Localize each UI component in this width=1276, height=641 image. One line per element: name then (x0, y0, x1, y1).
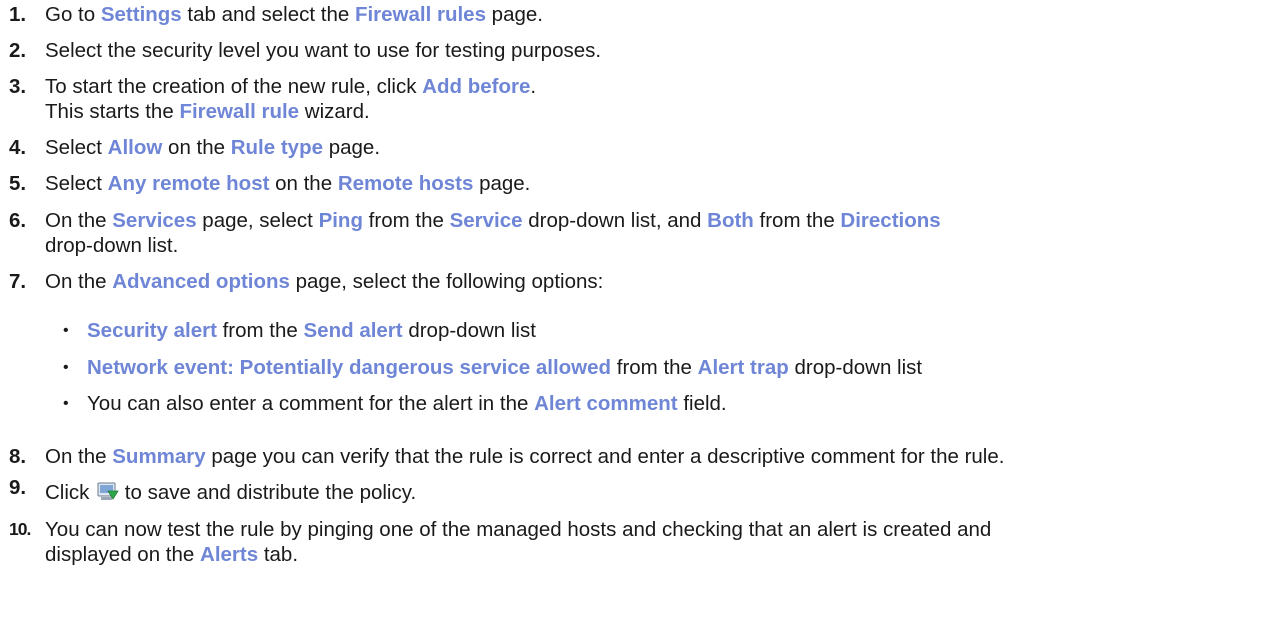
text-run: wizard. (299, 100, 370, 123)
save-and-distribute-icon (97, 482, 119, 502)
ui-term: Settings (100, 3, 182, 26)
text-run: . (530, 75, 537, 98)
ui-term: Service (449, 209, 523, 232)
text-run: page. (473, 172, 531, 195)
step-number: 3. (9, 75, 27, 98)
step-text: Select the security level you want to us… (45, 38, 601, 63)
step-text: You can now test the rule by pinging one… (45, 517, 991, 567)
text-run: page, select the following options: (289, 270, 604, 293)
text-run: on the (269, 172, 338, 195)
step-number: 7. (9, 270, 27, 293)
step-text: Select Allow on the Rule type page. (45, 135, 380, 160)
ui-term: Add before (422, 75, 531, 98)
ui-term: Firewall rule (179, 100, 300, 123)
instructions-document: 1. Go to Settings tab and select the Fir… (0, 0, 1276, 641)
text-run: drop-down list, and (522, 209, 708, 232)
text-run: on the (162, 136, 231, 159)
text-run: This starts the (45, 100, 180, 123)
ui-term: Services (112, 209, 197, 232)
text-run: drop-down list (788, 356, 923, 379)
text-run: Select (45, 172, 108, 195)
text-run: You can now test the rule by pinging one… (45, 518, 992, 541)
ui-term: Send alert (303, 319, 403, 342)
step-text: Select Any remote host on the Remote hos… (45, 171, 530, 196)
bullet-glyph: • (63, 395, 69, 412)
step-text: On the Summary page you can verify that … (45, 444, 1004, 469)
text-run: On the (45, 270, 113, 293)
text-run: Click (45, 481, 96, 504)
step-number: 10. (9, 519, 31, 539)
bullet-glyph: • (63, 359, 69, 376)
ui-term: Rule type (230, 136, 324, 159)
text-run: from the (611, 356, 698, 379)
step-number: 6. (9, 209, 27, 232)
text-run: from the (216, 319, 304, 342)
text-run: Select (45, 136, 108, 159)
step-number: 8. (9, 445, 27, 468)
step-text: To start the creation of the new rule, c… (45, 74, 536, 124)
text-run: page. (323, 136, 381, 159)
text-run: page you can verify that the rule is cor… (205, 445, 1005, 468)
text-run: page, select (196, 209, 319, 232)
ui-term: Any remote host (107, 172, 270, 195)
step-number: 2. (9, 39, 27, 62)
text-run: from the (753, 209, 841, 232)
text-run: Select the security level you want to us… (45, 39, 602, 62)
ui-term: Security alert (87, 319, 217, 342)
ui-term: Directions (840, 209, 941, 232)
ui-term: Alert comment (534, 392, 678, 415)
text-run: Go to (45, 3, 101, 26)
step-number: 1. (9, 3, 27, 26)
text-run: tab. (258, 543, 299, 566)
text-run: from the (362, 209, 450, 232)
text-run: On the (45, 445, 113, 468)
ui-term: Alert trap (697, 356, 789, 379)
ui-term: Remote hosts (337, 172, 474, 195)
text-run: drop-down list. (45, 234, 179, 257)
ui-term: Both (707, 209, 754, 232)
step-number: 4. (9, 136, 27, 159)
text-run: page. (485, 3, 543, 26)
bullet-text: Network event: Potentially dangerous ser… (87, 355, 922, 380)
text-run: displayed on the (45, 543, 201, 566)
text-run: You can also enter a comment for the ale… (87, 392, 535, 415)
text-run: To start the creation of the new rule, c… (45, 75, 423, 98)
text-run: to save and distribute the policy. (119, 481, 417, 504)
text-run: field. (677, 392, 727, 415)
ui-term: Summary (112, 445, 206, 468)
ui-term: Firewall rules (354, 3, 486, 26)
text-run: On the (45, 209, 113, 232)
ui-term: Advanced options (112, 270, 290, 293)
step-text: On the Advanced options page, select the… (45, 269, 603, 294)
bullet-text: You can also enter a comment for the ale… (87, 391, 727, 416)
ui-term: Alerts (200, 543, 259, 566)
step-number: 5. (9, 172, 27, 195)
text-run: tab and select the (181, 3, 355, 26)
ui-term: Ping (318, 209, 363, 232)
step-number: 9. (9, 476, 27, 499)
step-text: Click to save and distribute the policy. (45, 480, 416, 505)
step-text: Go to Settings tab and select the Firewa… (45, 2, 543, 27)
bullet-text: Security alert from the Send alert drop-… (87, 318, 536, 343)
ui-term: Allow (107, 136, 163, 159)
ui-term: Network event: Potentially dangerous ser… (87, 356, 612, 379)
step-text: On the Services page, select Ping from t… (45, 208, 941, 258)
text-run: drop-down list (402, 319, 536, 342)
bullet-glyph: • (63, 322, 69, 339)
